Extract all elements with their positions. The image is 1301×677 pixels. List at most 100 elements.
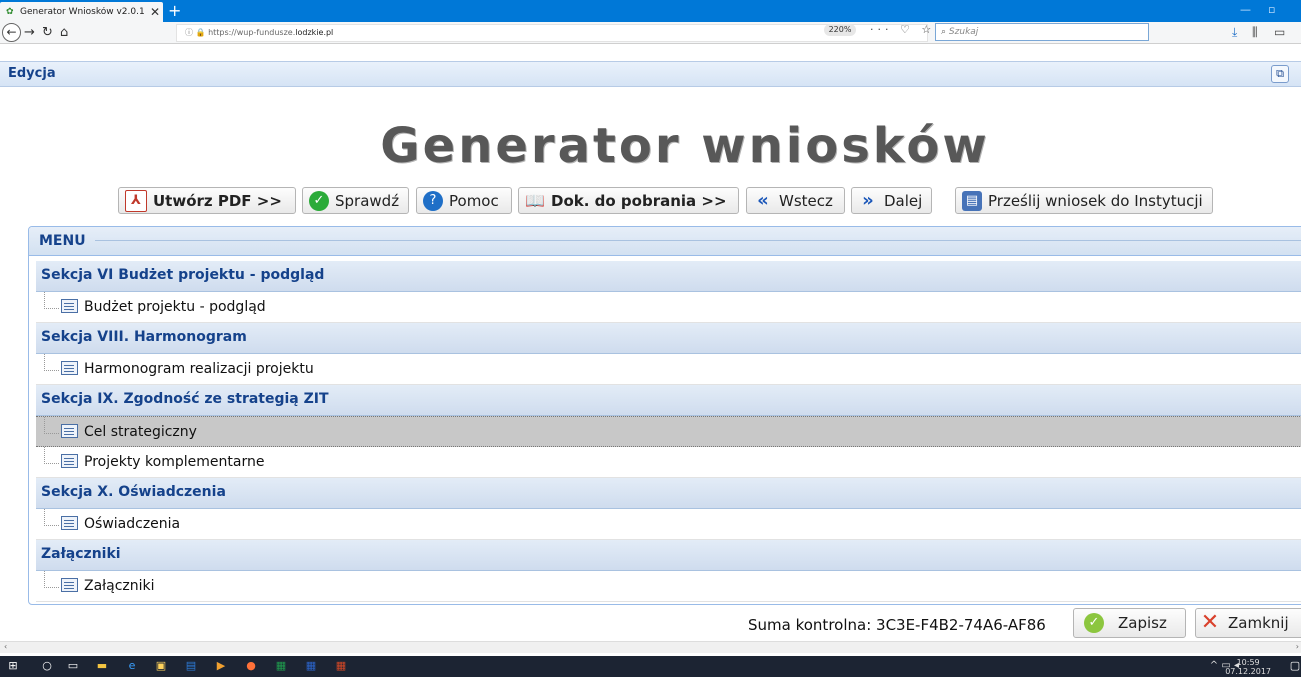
forward-icon[interactable]: →	[24, 23, 35, 42]
double-chevron-left-icon: «	[757, 189, 769, 211]
pdf-icon: ⅄	[125, 189, 147, 212]
reload-icon[interactable]: ↻	[42, 23, 53, 42]
browser-nav-bar: ← → ↻ ⌂ ⓘ 🔒 https://wup-fundusze.lodzkie…	[0, 22, 1301, 44]
clock-time: 10:59	[1236, 658, 1260, 667]
scroll-left-icon[interactable]: ‹	[4, 642, 7, 651]
firefox-icon[interactable]: ●	[244, 659, 258, 673]
clock[interactable]: 10:59 07.12.2017	[1225, 658, 1271, 676]
address-bar[interactable]: ⓘ 🔒 https://wup-fundusze.lodzkie.pl	[176, 24, 928, 42]
menu-section-header: Sekcja VI Budżet projektu - podgląd	[36, 261, 1301, 292]
menu-item-label: Oświadczenia	[84, 516, 181, 532]
menu-item[interactable]: Oświadczenia	[36, 509, 1301, 540]
page-title: Generator wniosków	[380, 118, 990, 174]
menu-item-label: Budżet projektu - podgląd	[84, 299, 266, 315]
form-page-icon	[61, 361, 78, 375]
tree-connector	[44, 571, 59, 588]
double-chevron-right-icon: »	[862, 189, 874, 211]
info-icon[interactable]: ⓘ	[185, 28, 193, 37]
new-tab-button[interactable]: +	[168, 1, 181, 21]
maximize-icon[interactable]: ▫	[1268, 3, 1275, 16]
tree-connector	[44, 354, 59, 371]
menu-item[interactable]: Załączniki	[36, 571, 1301, 602]
outlook-icon[interactable]: ▤	[184, 659, 198, 673]
next-button[interactable]: » Dalej	[851, 187, 932, 214]
windows-start-icon[interactable]: ⊞	[6, 659, 20, 673]
save-button[interactable]: ✓ Zapisz	[1073, 608, 1186, 638]
floppy-disk-icon: ▤	[962, 190, 982, 211]
sidebar-icon[interactable]: ▭	[1274, 23, 1285, 42]
menu-section-header: Sekcja X. Oświadczenia	[36, 478, 1301, 509]
os-taskbar: ⊞ ○ ▭ ▬ e ▣ ▤ ▶ ● ▦ ▦ ▦ ^ ▭ ◂ 10:59 07.1…	[0, 656, 1301, 677]
submit-to-institution-button[interactable]: ▤ Prześlij wniosek do Instytucji	[955, 187, 1213, 214]
menu-section-label: Sekcja X. Oświadczenia	[41, 484, 226, 500]
edge-icon[interactable]: e	[125, 659, 139, 673]
save-label: Zapisz	[1118, 614, 1167, 632]
menu-item-label: Projekty komplementarne	[84, 454, 265, 470]
close-label: Zamknij	[1228, 614, 1289, 632]
checksum-text: Suma kontrolna: 3C3E-F4B2-74A6-AF86	[748, 616, 1046, 634]
notifications-icon[interactable]: ▢	[1288, 659, 1301, 673]
menu-section-label: Sekcja IX. Zgodność ze strategią ZIT	[41, 391, 329, 407]
download-icon[interactable]: ⤓	[1232, 23, 1237, 42]
documents-download-button[interactable]: 📖 Dok. do pobrania >>	[518, 187, 739, 214]
file-explorer-icon[interactable]: ▬	[95, 659, 109, 673]
browser-tab-bar: ✿ Generator Wniosków v2.0.1 ✕ + — ▫	[0, 0, 1301, 22]
menu-panel: MENU Sekcja VI Budżet projektu - podgląd…	[28, 226, 1301, 605]
search-placeholder: Szukaj	[948, 27, 979, 37]
create-pdf-button[interactable]: ⅄ Utwórz PDF >>	[118, 187, 296, 214]
panel-title: Edycja	[8, 66, 56, 81]
help-icon: ?	[423, 190, 443, 211]
powerpoint-icon[interactable]: ▦	[334, 659, 348, 673]
word-icon[interactable]: ▦	[304, 659, 318, 673]
close-button[interactable]: ✕ Zamknij	[1195, 608, 1301, 638]
help-label: Pomoc	[449, 191, 499, 210]
form-page-icon	[61, 424, 78, 438]
menu-item[interactable]: Projekty komplementarne	[36, 447, 1301, 478]
media-player-icon[interactable]: ▶	[214, 659, 228, 673]
library-icon[interactable]: ⫼	[1252, 23, 1258, 42]
panel-header: Edycja ⧉	[0, 61, 1301, 87]
footer-bar: Suma kontrolna: 3C3E-F4B2-74A6-AF86 ✓ Za…	[0, 606, 1301, 641]
search-input[interactable]: ⌕ Szukaj	[935, 23, 1149, 41]
menu-section-label: Sekcja VI Budżet projektu - podgląd	[41, 267, 325, 283]
home-icon[interactable]: ⌂	[60, 23, 68, 42]
documents-download-label: Dok. do pobrania >>	[551, 191, 727, 210]
menu-header-divider	[95, 240, 1301, 241]
checkmark-icon: ✓	[1084, 613, 1104, 633]
scroll-right-icon[interactable]: ›	[1296, 642, 1299, 651]
tree-connector	[44, 447, 59, 464]
tab-close-icon[interactable]: ✕	[147, 5, 163, 19]
menu-section-label: Załączniki	[41, 546, 121, 562]
browser-tab[interactable]: ✿ Generator Wniosków v2.0.1 ✕	[0, 2, 163, 22]
page-actions-icons[interactable]: ··· ♡ ☆	[870, 22, 935, 38]
help-button[interactable]: ? Pomoc	[416, 187, 512, 214]
excel-icon[interactable]: ▦	[274, 659, 288, 673]
close-x-icon: ✕	[1200, 610, 1220, 635]
horizontal-scrollbar[interactable]: ‹ ›	[0, 641, 1301, 653]
store-icon[interactable]: ▣	[154, 659, 168, 673]
menu-title: MENU	[39, 233, 86, 249]
search-icon[interactable]: ○	[40, 659, 54, 673]
menu-item[interactable]: Harmonogram realizacji projektu	[36, 354, 1301, 385]
menu-header: MENU	[29, 227, 1301, 256]
check-button[interactable]: ✓ Sprawdź	[302, 187, 409, 214]
submit-label: Prześlij wniosek do Instytucji	[988, 191, 1203, 210]
create-pdf-label: Utwórz PDF >>	[153, 191, 282, 210]
menu-item[interactable]: Cel strategiczny	[36, 416, 1301, 447]
book-icon: 📖	[525, 190, 545, 210]
check-icon: ✓	[309, 190, 329, 211]
minimize-icon[interactable]: —	[1240, 3, 1251, 16]
lock-icon: 🔒	[195, 28, 206, 37]
task-view-icon[interactable]: ▭	[66, 659, 80, 673]
menu-section-label: Sekcja VIII. Harmonogram	[41, 329, 247, 345]
restore-window-icon[interactable]: ⧉	[1271, 65, 1289, 83]
back-button[interactable]: « Wstecz	[746, 187, 845, 214]
menu-item-label: Załączniki	[84, 578, 155, 594]
menu-item-label: Harmonogram realizacji projektu	[84, 361, 314, 377]
site-favicon-icon: ✿	[6, 7, 14, 17]
clock-date: 07.12.2017	[1225, 667, 1271, 676]
zoom-indicator[interactable]: 220%	[824, 24, 856, 36]
back-icon[interactable]: ←	[2, 23, 21, 42]
menu-item[interactable]: Budżet projektu - podgląd	[36, 292, 1301, 323]
tree-connector	[44, 417, 59, 434]
